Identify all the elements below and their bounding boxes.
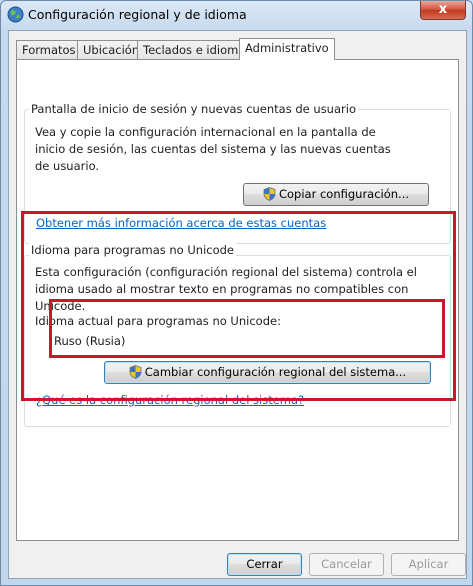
tab-formatos[interactable]: Formatos [16, 40, 82, 59]
apply-button[interactable]: Aplicar [391, 553, 466, 576]
globe-icon [7, 6, 24, 23]
copy-settings-label: Copiar configuración... [278, 187, 410, 201]
window-title: Configuración regional y de idioma [28, 7, 247, 22]
close-dialog-button[interactable]: Cerrar [227, 553, 302, 576]
tab-ubicacion[interactable]: Ubicación [77, 40, 146, 59]
title-bar[interactable]: Configuración regional y de idioma x [1, 1, 472, 29]
copy-settings-button[interactable]: Copiar configuración... [243, 183, 429, 206]
welcome-screen-legend: Pantalla de inicio de sesión y nuevas cu… [29, 102, 358, 116]
close-button[interactable]: x [420, 1, 466, 20]
cancel-button[interactable]: Cancelar [309, 553, 384, 576]
uac-shield-icon [263, 187, 276, 201]
highlight-box-inner [49, 299, 445, 358]
tab-administrativo[interactable]: Administrativo [239, 38, 335, 60]
close-icon: x [438, 2, 448, 17]
welcome-screen-description: Vea y copie la configuración internacion… [35, 125, 391, 173]
